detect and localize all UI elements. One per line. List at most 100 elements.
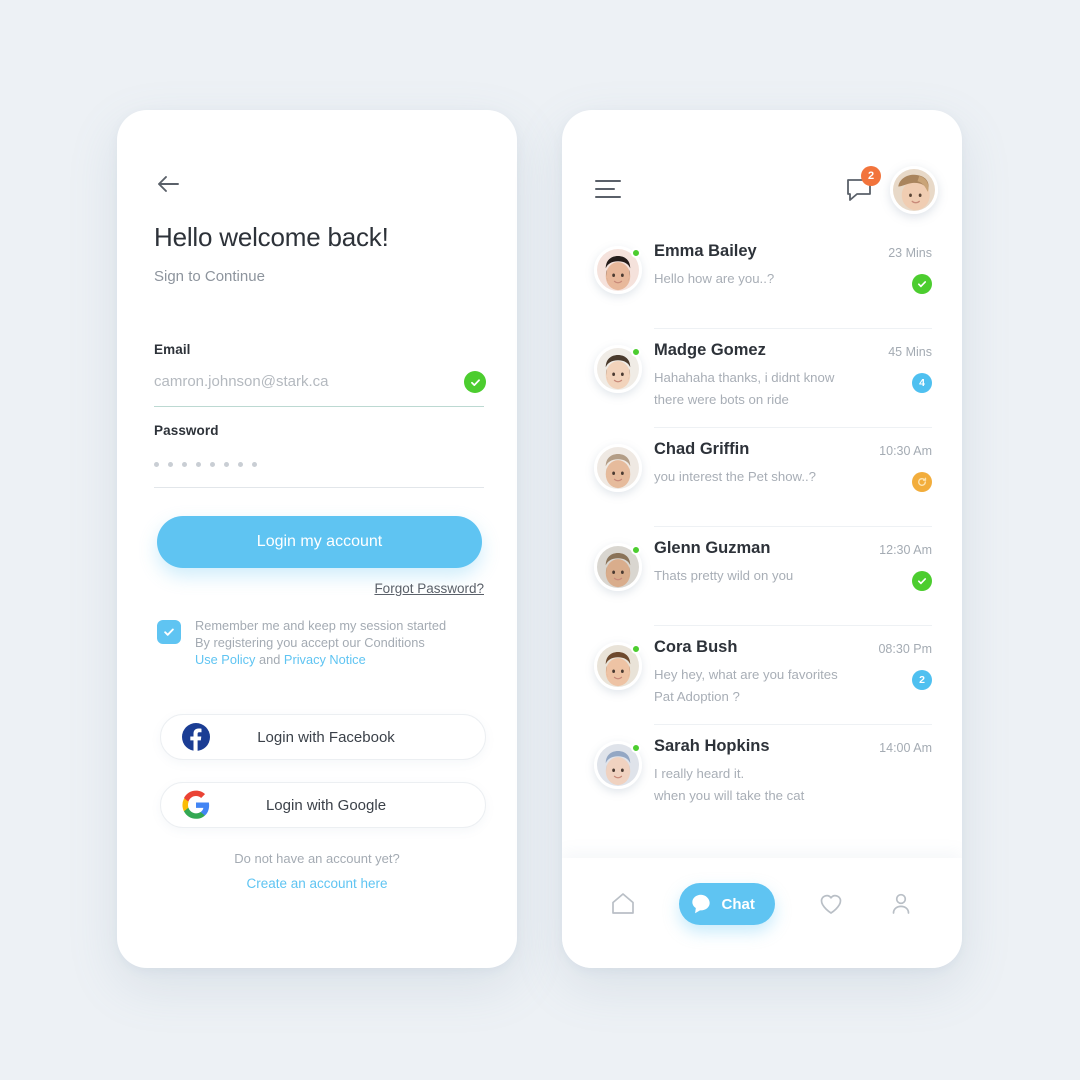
avatar-image <box>893 169 935 211</box>
chat-preview: Hello how are you..? <box>654 268 884 290</box>
login-with-facebook-button[interactable]: Login with Facebook <box>160 714 486 760</box>
online-status-dot <box>631 743 641 753</box>
email-underline <box>154 405 484 407</box>
chat-message-line: Hey hey, what are you favorites <box>654 667 838 682</box>
chat-contact-name: Madge Gomez <box>654 341 766 359</box>
signup-prompt-text: Do not have an account yet? <box>234 851 400 866</box>
terms-text: Remember me and keep my session started … <box>195 618 446 668</box>
remember-me-checkbox[interactable] <box>157 620 181 644</box>
use-policy-link[interactable]: Use Policy <box>195 652 255 667</box>
avatar-image <box>597 447 639 489</box>
hamburger-menu-icon[interactable] <box>595 180 625 198</box>
chat-preview: Hey hey, what are you favorites Pat Adopt… <box>654 664 884 708</box>
unread-count: 2 <box>919 674 925 686</box>
password-dot <box>224 461 229 467</box>
terms-line-1: Remember me and keep my session started <box>195 618 447 633</box>
nav-chat-label: Chat <box>721 895 755 913</box>
chat-list-item[interactable]: Glenn Guzman 12:30 Am Thats pretty wild on… <box>562 527 962 626</box>
chat-status-badge <box>912 274 932 294</box>
chat-avatar[interactable] <box>594 444 642 492</box>
chat-avatar[interactable] <box>594 246 642 294</box>
bottom-navigation: Chat <box>562 858 962 968</box>
chat-avatar[interactable] <box>594 642 642 690</box>
chat-message-line: when you will take the cat <box>654 788 805 803</box>
create-account-link[interactable]: Create an account here <box>117 876 517 891</box>
terms-block: Remember me and keep my session started … <box>157 618 446 668</box>
hamburger-line <box>595 196 621 198</box>
chat-list-item[interactable]: Madge Gomez 45 Mins Hahahaha thanks, i did… <box>562 329 962 428</box>
hamburger-line <box>595 188 615 190</box>
chat-contact-name: Sarah Hopkins <box>654 737 770 755</box>
login-submit-button[interactable]: Login my account <box>157 516 482 568</box>
email-valid-check-icon <box>464 371 486 393</box>
chat-timestamp: 45 Mins <box>888 345 932 359</box>
notifications-button[interactable]: 2 <box>843 166 881 206</box>
check-icon <box>917 281 927 288</box>
back-arrow-icon[interactable] <box>155 172 185 196</box>
pending-icon <box>918 477 927 486</box>
password-dot <box>168 461 173 467</box>
person-icon <box>892 893 910 914</box>
chat-message-line: there were bots on ride <box>654 392 789 407</box>
chat-timestamp: 12:30 Am <box>879 543 932 557</box>
email-input[interactable]: camron.johnson@stark.ca <box>154 373 484 390</box>
chat-list-item[interactable]: Cora Bush 08:30 Pm Hey hey, what are you f… <box>562 626 962 725</box>
chat-status-badge: 4 <box>912 373 932 393</box>
terms-line-3: Use Policy and Privacy Notice <box>195 652 446 669</box>
heart-icon <box>821 894 842 914</box>
chat-timestamp: 08:30 Pm <box>878 642 932 656</box>
chat-list[interactable]: Emma Bailey 23 Mins Hello how are you..? Ma… <box>562 230 962 848</box>
check-icon <box>917 578 927 585</box>
unread-count: 4 <box>919 377 925 389</box>
chat-list-item[interactable]: Emma Bailey 23 Mins Hello how are you..? <box>562 230 962 329</box>
app-mockup-stage: Hello welcome back! Sign to Continue Ema… <box>0 0 1080 1080</box>
chat-message-line: Pat Adoption ? <box>654 689 740 704</box>
privacy-notice-link[interactable]: Privacy Notice <box>284 652 366 667</box>
chat-status-badge: 2 <box>912 670 932 690</box>
password-label: Password <box>154 423 219 438</box>
chat-avatar[interactable] <box>594 543 642 591</box>
email-label: Email <box>154 342 191 357</box>
chat-message-line: Hahahaha thanks, i didnt know <box>654 370 835 385</box>
chat-contact-name: Glenn Guzman <box>654 539 771 557</box>
nav-item-favorites[interactable] <box>818 891 844 917</box>
chat-status-badge <box>912 571 932 591</box>
chat-bubble-icon <box>692 894 711 914</box>
chat-message-line: Hello how are you..? <box>654 271 775 286</box>
login-with-google-button[interactable]: Login with Google <box>160 782 486 828</box>
password-dot <box>182 461 187 467</box>
chat-message-line: you interest the Pet show..? <box>654 469 817 484</box>
chat-preview: Thats pretty wild on you <box>654 565 884 587</box>
chat-list-item[interactable]: Chad Griffin 10:30 Am you interest the Pet… <box>562 428 962 527</box>
chat-avatar[interactable] <box>594 345 642 393</box>
chat-timestamp: 14:00 Am <box>879 741 932 755</box>
password-input-row[interactable] <box>154 454 484 488</box>
nav-item-chat[interactable]: Chat <box>679 883 775 925</box>
online-status-dot <box>631 545 641 555</box>
nav-item-home[interactable] <box>610 891 636 917</box>
terms-line-2: By registering you accept our Conditions <box>195 634 425 650</box>
chat-contact-name: Chad Griffin <box>654 440 750 458</box>
password-dot <box>252 461 257 467</box>
online-status-dot <box>631 644 641 654</box>
google-button-label: Login with Google <box>265 796 387 814</box>
chat-list-item[interactable]: Sarah Hopkins 14:00 Am I really heard it. w… <box>562 725 962 824</box>
chat-message-line: Thats pretty wild on you <box>654 568 794 583</box>
notification-count-badge: 2 <box>861 166 881 186</box>
header-avatar[interactable] <box>890 166 938 214</box>
chat-screen: 2 Emma Bailey 23 Mins Hello how are you..?… <box>562 110 962 968</box>
password-underline <box>154 486 484 488</box>
chat-avatar[interactable] <box>594 741 642 789</box>
password-dot <box>210 461 215 467</box>
forgot-password-link[interactable]: Forgot Password? <box>374 581 484 596</box>
nav-item-profile[interactable] <box>888 891 914 917</box>
password-input[interactable] <box>154 454 484 474</box>
online-status-dot <box>631 248 641 258</box>
online-status-dot <box>631 347 641 357</box>
google-icon <box>181 790 211 820</box>
password-field-group: Password <box>154 423 484 488</box>
hamburger-line <box>595 180 621 182</box>
password-dot <box>238 461 243 467</box>
email-input-row[interactable]: camron.johnson@stark.ca <box>154 371 486 407</box>
chat-preview: you interest the Pet show..? <box>654 466 884 488</box>
